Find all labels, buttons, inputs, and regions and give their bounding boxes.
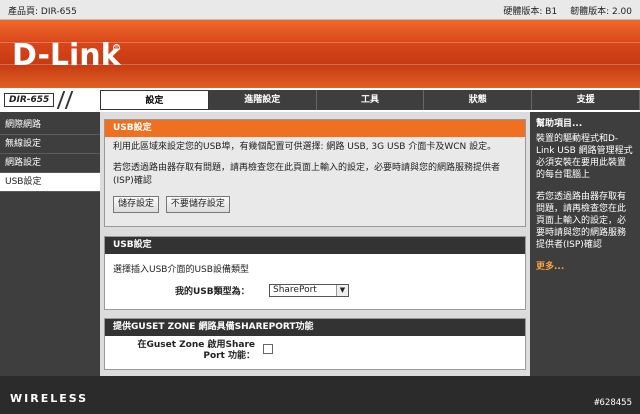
intro-panel-title: USB設定 [105, 120, 525, 137]
usb-settings-panel: USB設定 選擇插入USB介面的USB設備類型 我的USB類型為： ShareP… [104, 236, 526, 310]
sidebar: 網際網路 無線設定 網路設定 USB設定 [0, 112, 100, 376]
sidebar-item-network[interactable]: 網路設定 [0, 154, 100, 173]
dlink-logo: D-Link [12, 38, 121, 73]
tab-tools[interactable]: 工具 [317, 90, 425, 110]
model-label: DIR-655 [4, 93, 54, 107]
tab-setup[interactable]: 設定 [100, 90, 209, 110]
usb-type-value: SharePort [273, 285, 317, 295]
top-info-bar: 產品頁: DIR-655 硬體版本: B1 韌體版本: 2.00 [0, 0, 640, 20]
help-more-link[interactable]: 更多... [536, 261, 634, 273]
hardware-version: 硬體版本: B1 [503, 7, 558, 17]
product-page-label: 產品頁: DIR-655 [8, 7, 77, 17]
intro-description: 利用此區域來設定您的USB埠，有幾個配置可供選擇: 網路 USB, 3G USB… [113, 142, 497, 152]
help-text-1: 裝置的驅動程式和D-Link USB 網路管理程式必須安裝在要用此裝置的每台電腦… [536, 134, 633, 180]
save-settings-button[interactable]: 儲存設定 [113, 196, 160, 213]
usb-settings-title: USB設定 [105, 237, 525, 254]
guest-shareport-label: 在Guset Zone 啟用Share Port 功能： [135, 340, 255, 362]
help-title: 幫助項目... [536, 119, 583, 129]
firmware-version: 韌體版本: 2.00 [570, 7, 632, 17]
dont-save-settings-button[interactable]: 不要儲存設定 [165, 196, 230, 213]
watermark: #628455 [594, 398, 632, 408]
version-info: 硬體版本: B1 韌體版本: 2.00 [493, 4, 632, 17]
intro-help-text: 若您透過路由器存取有問題，請再檢查您在此頁面上輸入的設定，必要時請與您的網路服務… [113, 163, 501, 186]
tab-status[interactable]: 狀態 [424, 90, 533, 110]
guest-shareport-label-line2: Port 功能： [203, 351, 255, 361]
wireless-brand: WIRELESS [10, 392, 89, 405]
guest-shareport-checkbox[interactable] [263, 344, 273, 354]
usb-type-row: 我的USB類型為： SharePort ▼ [113, 283, 517, 301]
main-content: USB設定 利用此區域來設定您的USB埠，有幾個配置可供選擇: 網路 USB, … [100, 112, 530, 376]
brand-banner: D-Link ® [0, 20, 640, 88]
dropdown-arrow-icon: ▼ [336, 285, 348, 296]
tab-support[interactable]: 支援 [532, 90, 640, 110]
model-badge: DIR-655 [0, 88, 100, 112]
registered-mark: ® [113, 44, 120, 51]
usb-type-description: 選擇插入USB介面的USB設備類型 [113, 265, 249, 275]
tab-advanced[interactable]: 進階設定 [209, 90, 317, 110]
nav-row: DIR-655 設定 進階設定 工具 狀態 支援 [0, 88, 640, 112]
intro-panel: USB設定 利用此區域來設定您的USB埠，有幾個配置可供選擇: 網路 USB, … [104, 119, 526, 227]
sidebar-item-wireless[interactable]: 無線設定 [0, 135, 100, 154]
sidebar-item-usb[interactable]: USB設定 [0, 173, 100, 192]
sidebar-item-internet[interactable]: 網際網路 [0, 116, 100, 135]
footer: WIRELESS #628455 [0, 376, 640, 414]
guest-zone-panel: 提供GUSET ZONE 網路具備SHAREPORT功能 在Guset Zone… [104, 318, 526, 370]
usb-type-label: 我的USB類型為： [175, 287, 250, 297]
help-panel: 幫助項目... 裝置的驅動程式和D-Link USB 網路管理程式必須安裝在要用… [530, 112, 640, 376]
usb-type-select[interactable]: SharePort ▼ [269, 284, 349, 297]
guest-shareport-label-line1: 在Guset Zone 啟用Share [137, 340, 255, 350]
guest-zone-title: 提供GUSET ZONE 網路具備SHAREPORT功能 [105, 319, 525, 336]
help-text-2: 若您透過路由器存取有問題，請再檢查您在此頁面上輸入的設定，必要時請與您的網路服務… [536, 192, 627, 250]
main-tabs: 設定 進階設定 工具 狀態 支援 [100, 90, 640, 110]
